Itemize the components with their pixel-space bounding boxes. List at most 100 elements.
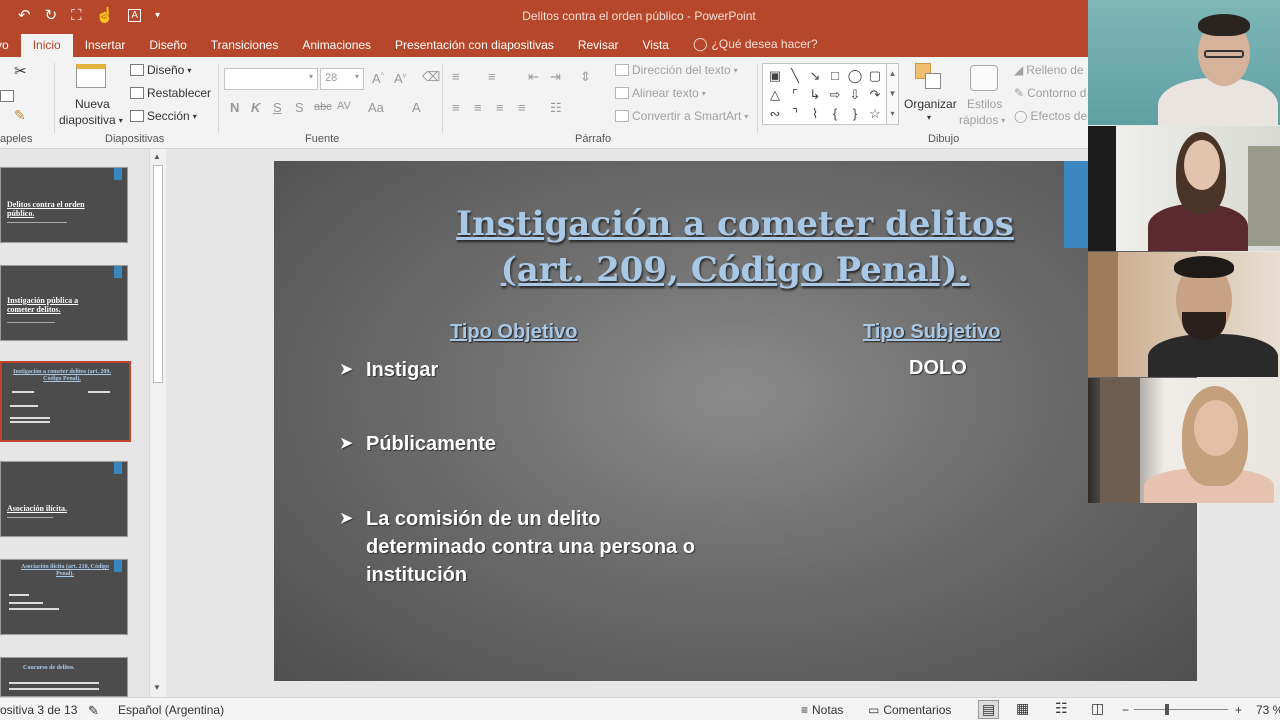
curve-shape-icon[interactable]: ⌇: [805, 104, 825, 123]
reset-button[interactable]: Restablecer: [130, 86, 211, 100]
cut-icon[interactable]: ✂: [14, 62, 27, 80]
arrange-dropdown-icon[interactable]: ▾: [927, 113, 931, 122]
tab-transiciones[interactable]: Transiciones: [199, 38, 291, 57]
spell-check-icon[interactable]: ✎: [88, 703, 99, 719]
text-direction-button[interactable]: Dirección del texto ▾: [615, 63, 738, 77]
tab-revisar[interactable]: Revisar: [566, 38, 631, 57]
clear-format-icon[interactable]: ⌫: [422, 69, 440, 85]
tab-inicio[interactable]: Inicio: [20, 34, 73, 57]
corner-shape-icon[interactable]: ⌝: [785, 104, 805, 123]
comments-button[interactable]: ▭ Comentarios: [868, 703, 951, 717]
slide-thumbnail-4[interactable]: Asociación ilícita.: [0, 461, 128, 537]
tab-vista[interactable]: Vista: [631, 38, 681, 57]
shrink-font-icon[interactable]: Av: [394, 71, 406, 86]
section-button[interactable]: Sección ▾: [130, 109, 197, 123]
shape-outline-button[interactable]: ✎ Contorno d: [1014, 86, 1086, 100]
slide-thumbnail-3[interactable]: Instigación a cometer delitos (art. 209,…: [0, 361, 131, 442]
curve-connector-shape-icon[interactable]: ∾: [765, 104, 785, 123]
align-center-icon[interactable]: ≡: [474, 100, 482, 115]
shape-effects-button[interactable]: ◯ Efectos de: [1014, 109, 1087, 123]
textbox-shape-icon[interactable]: ▣: [765, 66, 785, 85]
arrange-icon[interactable]: [915, 63, 943, 91]
layout-button[interactable]: Diseño ▾: [130, 63, 191, 77]
scroll-up-icon[interactable]: ▲: [153, 152, 161, 161]
thumbnail-scrollbar[interactable]: ▲ ▼: [149, 149, 166, 697]
star-shape-icon[interactable]: ☆: [865, 104, 885, 123]
triangle-shape-icon[interactable]: △: [765, 85, 785, 104]
quick-styles-icon[interactable]: [970, 65, 998, 91]
arrow-line-shape-icon[interactable]: ↘: [805, 66, 825, 85]
shapes-gallery[interactable]: ▣ ╲ ↘ □ ◯ ▢ △ ⌜ ↳ ⇨ ⇩ ↷ ∾ ⌝ ⌇ { } ☆: [762, 63, 898, 125]
shadow-button[interactable]: S: [295, 100, 304, 115]
tab-diseno[interactable]: Diseño: [137, 38, 198, 57]
font-name-dropdown-icon[interactable]: ▾: [309, 72, 313, 81]
tab-animaciones[interactable]: Animaciones: [290, 38, 383, 57]
reading-view-icon[interactable]: ☷: [1055, 700, 1068, 717]
underline-button[interactable]: S: [273, 100, 282, 115]
tab-archivo[interactable]: vo: [0, 38, 21, 57]
quick-styles-button[interactable]: rápidos ▾: [959, 113, 1005, 127]
zoom-in-button[interactable]: +: [1235, 703, 1242, 717]
font-size-dropdown-icon[interactable]: ▾: [355, 72, 359, 81]
shapes-gallery-scroll[interactable]: ▲ ▼ ▾: [886, 63, 899, 125]
right-brace-shape-icon[interactable]: }: [845, 104, 865, 123]
increase-indent-icon[interactable]: ⇥: [550, 69, 561, 85]
paste-icon[interactable]: [0, 90, 14, 102]
elbow-arrow-shape-icon[interactable]: ↳: [805, 85, 825, 104]
align-right-icon[interactable]: ≡: [496, 100, 504, 115]
font-color-button[interactable]: A: [412, 100, 421, 115]
align-text-button[interactable]: Alinear texto ▾: [615, 86, 706, 100]
slide-sorter-icon[interactable]: ▦: [1016, 700, 1029, 717]
right-arrow-shape-icon[interactable]: ⇨: [825, 85, 845, 104]
justify-icon[interactable]: ≡: [518, 100, 526, 115]
shape-fill-button[interactable]: ◢ Relleno de: [1014, 63, 1084, 77]
numbering-icon[interactable]: ≡: [488, 69, 496, 84]
char-spacing-button[interactable]: AV: [337, 100, 351, 112]
down-arrow-shape-icon[interactable]: ⇩: [845, 85, 865, 104]
new-slide-icon[interactable]: [76, 63, 108, 89]
quick-styles-label-1[interactable]: Estilos: [967, 97, 1002, 111]
zoom-level[interactable]: 73 %: [1256, 703, 1280, 717]
line-shape-icon[interactable]: ╲: [785, 66, 805, 85]
smartart-button[interactable]: Convertir a SmartArt ▾: [615, 109, 748, 123]
rounded-rect-shape-icon[interactable]: ▢: [865, 66, 885, 85]
normal-view-icon[interactable]: ▤: [978, 700, 1000, 719]
slide-thumbnail-5[interactable]: Asociación ilícita (art. 210, Código Pen…: [0, 559, 128, 635]
slide-thumbnail-6[interactable]: Concurso de delitos.: [0, 657, 128, 697]
elbow-connector-shape-icon[interactable]: ⌜: [785, 85, 805, 104]
language-indicator[interactable]: Español (Argentina): [118, 703, 224, 717]
change-case-button[interactable]: Aa: [368, 100, 384, 115]
new-slide-label-1[interactable]: Nueva: [75, 97, 110, 111]
rectangle-shape-icon[interactable]: □: [825, 66, 845, 85]
strikethrough-button[interactable]: abc: [314, 101, 332, 113]
slide-title[interactable]: Instigación a cometer delitos (art. 209,…: [329, 201, 1141, 293]
font-name-input[interactable]: [224, 68, 318, 90]
slideshow-view-icon[interactable]: ◫: [1091, 700, 1104, 717]
italic-button[interactable]: K: [251, 100, 260, 115]
zoom-out-button[interactable]: −: [1122, 703, 1129, 717]
zoom-slider-knob[interactable]: [1165, 704, 1169, 715]
scrollbar-thumb[interactable]: [153, 165, 163, 383]
bold-button[interactable]: N: [230, 100, 239, 115]
line-spacing-icon[interactable]: ⇕: [580, 69, 591, 85]
slide-thumbnail-1[interactable]: Delitos contra el orden público.: [0, 167, 128, 243]
format-painter-icon[interactable]: ✎: [14, 107, 26, 124]
tab-presentacion[interactable]: Presentación con diapositivas: [383, 38, 566, 57]
scroll-down-icon[interactable]: ▼: [153, 683, 161, 692]
tab-insertar[interactable]: Insertar: [73, 38, 138, 57]
align-left-icon[interactable]: ≡: [452, 100, 460, 115]
slide-thumbnail-2[interactable]: Instigación pública a cometer delitos.: [0, 265, 128, 341]
oval-shape-icon[interactable]: ◯: [845, 66, 865, 85]
columns-icon[interactable]: ☷: [550, 100, 562, 116]
grow-font-icon[interactable]: A^: [372, 71, 384, 86]
left-brace-shape-icon[interactable]: {: [825, 104, 845, 123]
notes-button[interactable]: ≡ Notas: [801, 703, 843, 717]
zoom-slider-track[interactable]: [1134, 709, 1228, 710]
arrange-button[interactable]: Organizar: [904, 97, 957, 111]
new-slide-button[interactable]: diapositiva ▾: [59, 113, 123, 127]
tell-me-search[interactable]: ◯ ¿Qué desea hacer?: [681, 36, 830, 57]
curved-arrow-shape-icon[interactable]: ↷: [865, 85, 885, 104]
decrease-indent-icon[interactable]: ⇤: [528, 69, 539, 85]
bullets-icon[interactable]: ≡: [452, 69, 460, 84]
current-slide[interactable]: Instigación a cometer delitos (art. 209,…: [274, 161, 1197, 681]
